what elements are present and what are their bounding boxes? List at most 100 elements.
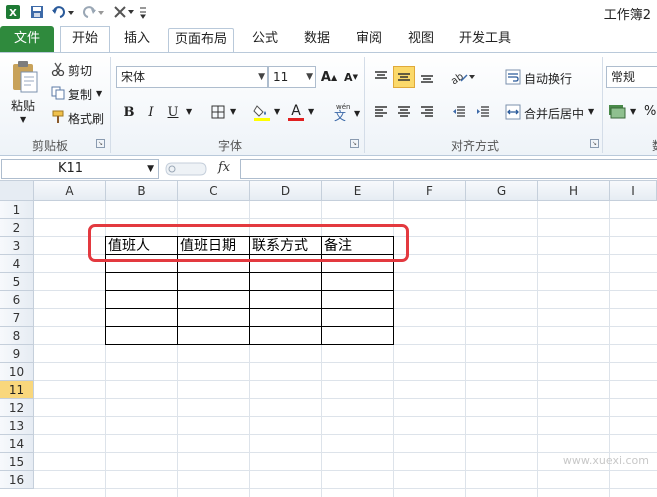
- format-painter-button[interactable]: 格式刷: [68, 110, 104, 127]
- currency-dropdown-arrow[interactable]: ▼: [630, 107, 636, 116]
- italic-button[interactable]: I: [140, 101, 162, 123]
- row-header-9[interactable]: 9: [0, 345, 34, 363]
- row-header-6[interactable]: 6: [0, 291, 34, 309]
- undo-icon[interactable]: [50, 3, 76, 21]
- column-header-g[interactable]: G: [466, 181, 538, 201]
- wrap-text-icon[interactable]: [504, 68, 522, 86]
- font-name-combo[interactable]: 宋体 ▼: [116, 66, 268, 88]
- merge-center-icon[interactable]: [504, 103, 522, 121]
- row-header-5[interactable]: 5: [0, 273, 34, 291]
- percent-button[interactable]: %: [644, 104, 656, 119]
- align-bottom-button[interactable]: [416, 66, 438, 88]
- select-all-corner[interactable]: [0, 181, 34, 201]
- tab-page-layout[interactable]: 页面布局: [168, 28, 234, 52]
- grow-font-button[interactable]: A ▲: [318, 66, 340, 88]
- ribbon: 粘贴 ▼ 剪切 复制 ▼ 格式刷 剪贴板 ↘ 宋体 ▼ 11 ▼ A ▲ A ▼ B…: [0, 52, 657, 156]
- column-header-i[interactable]: I: [610, 181, 657, 201]
- merge-dropdown-arrow[interactable]: ▼: [588, 107, 594, 116]
- formula-input[interactable]: [240, 159, 657, 179]
- row-header-16[interactable]: 16: [0, 471, 34, 489]
- underline-dropdown-arrow[interactable]: ▼: [186, 107, 192, 116]
- font-color-dropdown-arrow[interactable]: ▼: [308, 107, 314, 116]
- border-dropdown-arrow[interactable]: ▼: [230, 107, 236, 116]
- phonetic-dropdown-arrow[interactable]: ▼: [354, 109, 360, 118]
- font-launcher[interactable]: ↘: [350, 139, 359, 148]
- gridline-horizontal: [34, 218, 657, 219]
- orientation-button[interactable]: ab: [448, 66, 476, 88]
- row-header-3[interactable]: 3: [0, 237, 34, 255]
- column-header-h[interactable]: H: [538, 181, 610, 201]
- gridline-horizontal: [34, 416, 657, 417]
- column-header-f[interactable]: F: [394, 181, 466, 201]
- column-header-a[interactable]: A: [34, 181, 106, 201]
- phonetic-icon[interactable]: wén 文: [328, 101, 354, 123]
- row-header-10[interactable]: 10: [0, 363, 34, 381]
- row-header-12[interactable]: 12: [0, 399, 34, 417]
- merge-center-button[interactable]: 合并后居中: [524, 105, 584, 122]
- cut-button[interactable]: 剪切: [68, 62, 92, 79]
- column-header-c[interactable]: C: [178, 181, 250, 201]
- row-header-11[interactable]: 11: [0, 381, 34, 399]
- save-icon[interactable]: [28, 3, 46, 21]
- alignment-launcher[interactable]: ↘: [590, 139, 599, 148]
- align-middle-button[interactable]: [393, 66, 415, 88]
- customize-icon[interactable]: [112, 3, 148, 21]
- number-format-value: 常规: [611, 70, 636, 84]
- tab-developer[interactable]: 开发工具: [452, 28, 518, 52]
- paste-icon[interactable]: [8, 59, 42, 95]
- excel-logo-icon[interactable]: X: [4, 3, 22, 21]
- copy-icon[interactable]: [50, 85, 66, 101]
- redo-icon[interactable]: [80, 3, 106, 21]
- currency-icon[interactable]: [608, 101, 628, 121]
- align-right-button[interactable]: [416, 101, 438, 123]
- copy-button[interactable]: 复制: [68, 86, 92, 103]
- column-header-b[interactable]: B: [106, 181, 178, 201]
- watermark: www.xuexi.com: [562, 454, 649, 467]
- align-center-button[interactable]: [393, 101, 415, 123]
- paste-dropdown-arrow[interactable]: ▼: [20, 115, 26, 124]
- chevron-down-icon: ▼: [147, 164, 154, 174]
- increase-indent-button[interactable]: [472, 101, 494, 123]
- decrease-indent-button[interactable]: [448, 101, 470, 123]
- tab-insert[interactable]: 插入: [116, 28, 158, 52]
- clipboard-launcher[interactable]: ↘: [96, 139, 105, 148]
- tab-formulas[interactable]: 公式: [244, 28, 286, 52]
- align-top-button[interactable]: [370, 66, 392, 88]
- formula-resize-handle[interactable]: [164, 161, 208, 177]
- tab-file[interactable]: 文件: [0, 26, 54, 52]
- font-size-combo[interactable]: 11 ▼: [268, 66, 316, 88]
- bold-button[interactable]: B: [118, 101, 140, 123]
- column-header-e[interactable]: E: [322, 181, 394, 201]
- border-icon[interactable]: [210, 104, 226, 120]
- cut-icon[interactable]: [50, 61, 66, 77]
- number-format-combo[interactable]: 常规: [606, 66, 657, 88]
- font-color-icon[interactable]: A: [286, 101, 306, 123]
- row-header-4[interactable]: 4: [0, 255, 34, 273]
- copy-dropdown-arrow[interactable]: ▼: [96, 89, 102, 98]
- fill-color-icon[interactable]: [252, 101, 272, 123]
- row-header-1[interactable]: 1: [0, 201, 34, 219]
- align-left-button[interactable]: [370, 101, 392, 123]
- insert-function-button[interactable]: fx: [218, 160, 230, 175]
- row-header-7[interactable]: 7: [0, 309, 34, 327]
- column-header-d[interactable]: D: [250, 181, 322, 201]
- shrink-font-button[interactable]: A ▼: [340, 66, 362, 88]
- svg-text:A: A: [291, 103, 301, 119]
- name-box-value: K11: [58, 161, 84, 176]
- tab-review[interactable]: 审阅: [348, 28, 390, 52]
- tab-home[interactable]: 开始: [60, 26, 110, 52]
- tab-view[interactable]: 视图: [400, 28, 442, 52]
- wrap-text-button[interactable]: 自动换行: [524, 70, 572, 87]
- paste-button[interactable]: 粘贴: [11, 97, 35, 114]
- underline-button[interactable]: U: [162, 101, 184, 123]
- name-box[interactable]: K11 ▼: [1, 159, 159, 179]
- tab-data[interactable]: 数据: [296, 28, 338, 52]
- row-header-14[interactable]: 14: [0, 435, 34, 453]
- svg-text:文: 文: [334, 108, 346, 123]
- row-header-8[interactable]: 8: [0, 327, 34, 345]
- row-header-2[interactable]: 2: [0, 219, 34, 237]
- fill-color-dropdown-arrow[interactable]: ▼: [274, 107, 280, 116]
- format-painter-icon[interactable]: [50, 109, 66, 125]
- row-header-13[interactable]: 13: [0, 417, 34, 435]
- row-header-15[interactable]: 15: [0, 453, 34, 471]
